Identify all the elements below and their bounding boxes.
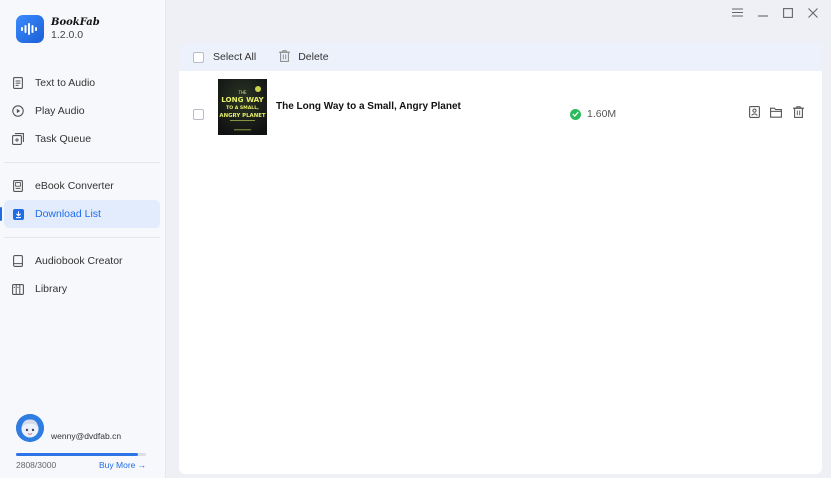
menu-icon (732, 8, 743, 20)
quota-progress-fill (16, 453, 138, 456)
sidebar-item-label: Download List (35, 208, 101, 220)
open-folder-button[interactable] (770, 107, 782, 120)
close-icon (807, 7, 818, 21)
book-info-icon (748, 106, 760, 121)
queue-icon (12, 133, 24, 145)
file-size: 1.60M (587, 108, 617, 120)
sidebar-item-ebook-converter[interactable]: eBook Converter (4, 172, 160, 200)
check-circle-icon (570, 108, 581, 120)
sidebar: BookFab 1.2.0.0 Text to Audio Play Audio… (0, 0, 166, 478)
select-all-label[interactable]: Select All (213, 51, 256, 63)
maximize-button[interactable] (775, 6, 800, 22)
row-checkbox[interactable] (193, 109, 204, 120)
list-item: THE LONG WAY TO A SMALL, ANGRY PLANET Th… (179, 79, 822, 143)
close-button[interactable] (800, 6, 825, 22)
cover-line-4: ANGRY PLANET (219, 113, 265, 119)
minimize-icon (757, 8, 768, 20)
buy-more-link[interactable]: Buy More → (99, 460, 146, 470)
play-circle-icon (12, 105, 24, 117)
sidebar-divider (4, 162, 160, 163)
document-icon (12, 77, 24, 89)
sidebar-item-label: Text to Audio (35, 77, 96, 89)
sidebar-nav: Text to Audio Play Audio Task Queue eBoo… (0, 69, 166, 303)
library-icon (12, 283, 24, 295)
trash-icon (279, 49, 291, 65)
bookfab-logo-icon (16, 15, 44, 43)
row-actions (748, 106, 814, 121)
maximize-icon (782, 7, 793, 21)
sidebar-item-audiobook-creator[interactable]: Audiobook Creator (4, 247, 160, 275)
trash-icon (792, 106, 804, 121)
sidebar-item-label: Play Audio (35, 105, 85, 117)
delete-button[interactable]: Delete (279, 49, 329, 65)
sidebar-item-task-queue[interactable]: Task Queue (4, 125, 160, 153)
download-list-panel: Select All Delete THE LONG WAY TO A SMAL… (179, 43, 822, 474)
app-brand: BookFab 1.2.0.0 (16, 14, 100, 44)
sidebar-item-text-to-audio[interactable]: Text to Audio (4, 69, 160, 97)
folder-icon (770, 107, 782, 121)
select-all-checkbox[interactable] (193, 51, 204, 63)
cover-line-2: LONG WAY (221, 95, 264, 104)
book-cover-image: THE LONG WAY TO A SMALL, ANGRY PLANET (218, 79, 267, 135)
sidebar-item-label: Task Queue (35, 133, 92, 145)
app-version: 1.2.0.0 (51, 28, 84, 41)
sidebar-item-play-audio[interactable]: Play Audio (4, 97, 160, 125)
quota-text: 2808/3000 (16, 460, 57, 470)
account-email: wenny@dvdfab.cn (51, 431, 122, 441)
book-title: The Long Way to a Small, Angry Planet (276, 101, 461, 112)
window-controls (725, 6, 825, 22)
sidebar-item-library[interactable]: Library (4, 275, 160, 303)
download-icon (12, 208, 24, 220)
sidebar-item-label: Library (35, 283, 68, 295)
sidebar-divider (4, 237, 160, 238)
quota-progress-bar (16, 453, 146, 456)
menu-button[interactable] (725, 6, 750, 22)
minimize-button[interactable] (750, 6, 775, 22)
sidebar-item-download-list[interactable]: Download List (0, 200, 160, 228)
book-icon (12, 255, 24, 267)
cover-line-3: TO A SMALL, (226, 105, 259, 111)
sidebar-item-label: Audiobook Creator (35, 255, 123, 267)
ebook-icon (12, 180, 24, 192)
list-toolbar: Select All Delete (179, 43, 822, 71)
app-name: BookFab (51, 17, 100, 29)
delete-item-button[interactable] (792, 106, 804, 121)
download-status: 1.60M (570, 108, 616, 120)
book-info-button[interactable] (748, 106, 760, 121)
delete-label: Delete (298, 51, 329, 63)
sidebar-item-label: eBook Converter (35, 180, 114, 192)
avatar[interactable] (16, 414, 44, 442)
